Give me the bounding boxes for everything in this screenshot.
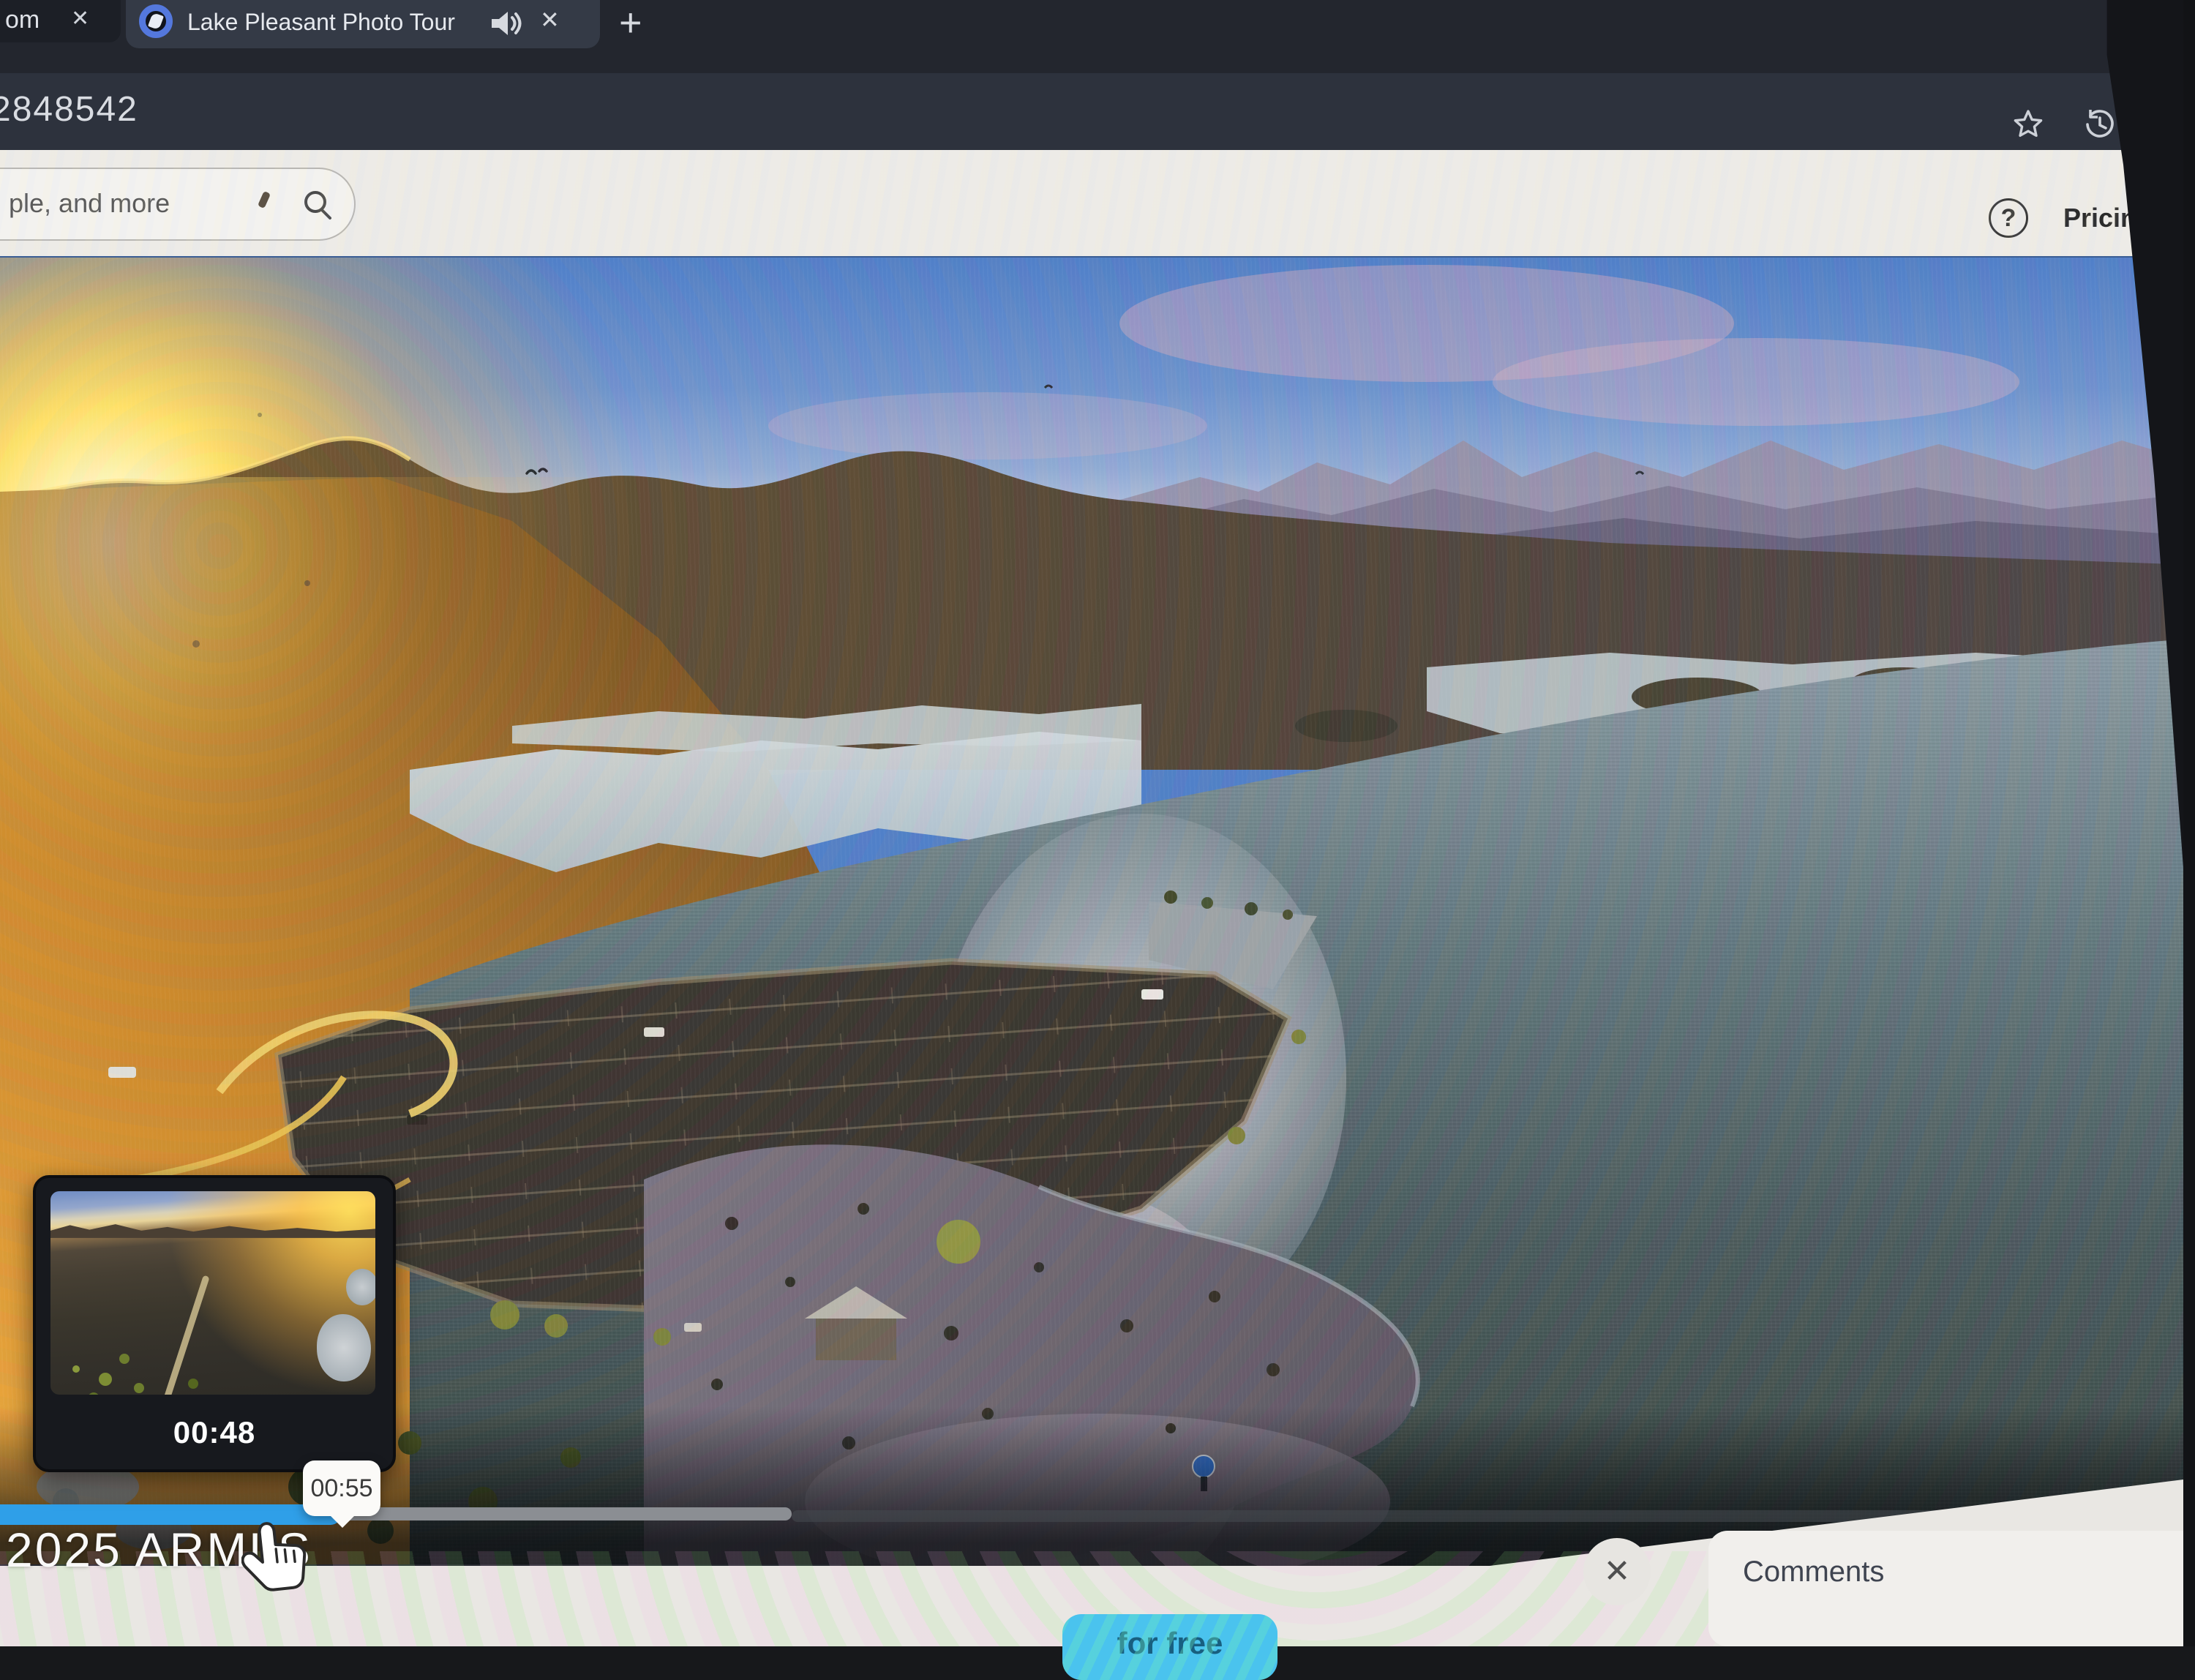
seek-preview-image	[50, 1191, 375, 1395]
seek-bar-buffered[interactable]	[335, 1507, 792, 1520]
preview-mountain-ridge	[50, 1220, 375, 1238]
address-bar-url[interactable]: 2848542	[0, 89, 138, 130]
preview-pond-small	[346, 1269, 375, 1305]
comments-panel	[1708, 1531, 2195, 1646]
monitor-bezel-edge	[2183, 0, 2195, 1646]
new-tab-button[interactable]: +	[619, 0, 642, 45]
history-icon[interactable]	[2084, 108, 2116, 140]
preview-timestamp: 00:48	[36, 1415, 393, 1450]
cta-for-free-button[interactable]: for free	[1062, 1614, 1277, 1680]
site-header: ? Pricing	[0, 150, 2195, 256]
cta-label: for free	[1062, 1626, 1277, 1661]
comments-close-button[interactable]: ✕	[1583, 1538, 1651, 1605]
browser-toolbar: 2848542	[0, 73, 2195, 150]
tab-title: Lake Pleasant Photo Tour	[187, 9, 480, 36]
browser-tab-bar: om ✕ Lake Pleasant Photo Tour ✕ +	[0, 0, 2195, 73]
tab-previous-close-icon[interactable]: ✕	[71, 6, 89, 31]
seek-preview-thumbnail: 00:48	[33, 1175, 396, 1472]
tab-previous-label: om	[5, 6, 40, 34]
cursor-pointer-hand-icon	[241, 1518, 311, 1591]
site-favicon-icon	[139, 4, 173, 38]
preview-road	[158, 1275, 209, 1395]
tab-previous[interactable]: om ✕	[0, 0, 121, 42]
help-button[interactable]: ?	[1989, 198, 2028, 238]
preview-pond	[317, 1314, 371, 1381]
search-icon[interactable]	[301, 188, 334, 220]
search-text-field[interactable]	[7, 169, 259, 238]
preview-trees	[72, 1365, 80, 1373]
comments-panel-title: Comments	[1743, 1556, 1884, 1589]
bookmark-star-icon[interactable]	[2012, 108, 2044, 140]
seek-time-tooltip: 00:55	[303, 1460, 380, 1516]
search-input[interactable]	[0, 168, 356, 241]
tab-audio-speaker-icon[interactable]	[490, 9, 522, 38]
tab-active-lake-pleasant[interactable]: Lake Pleasant Photo Tour ✕	[126, 0, 600, 48]
tab-close-icon[interactable]: ✕	[540, 6, 560, 34]
